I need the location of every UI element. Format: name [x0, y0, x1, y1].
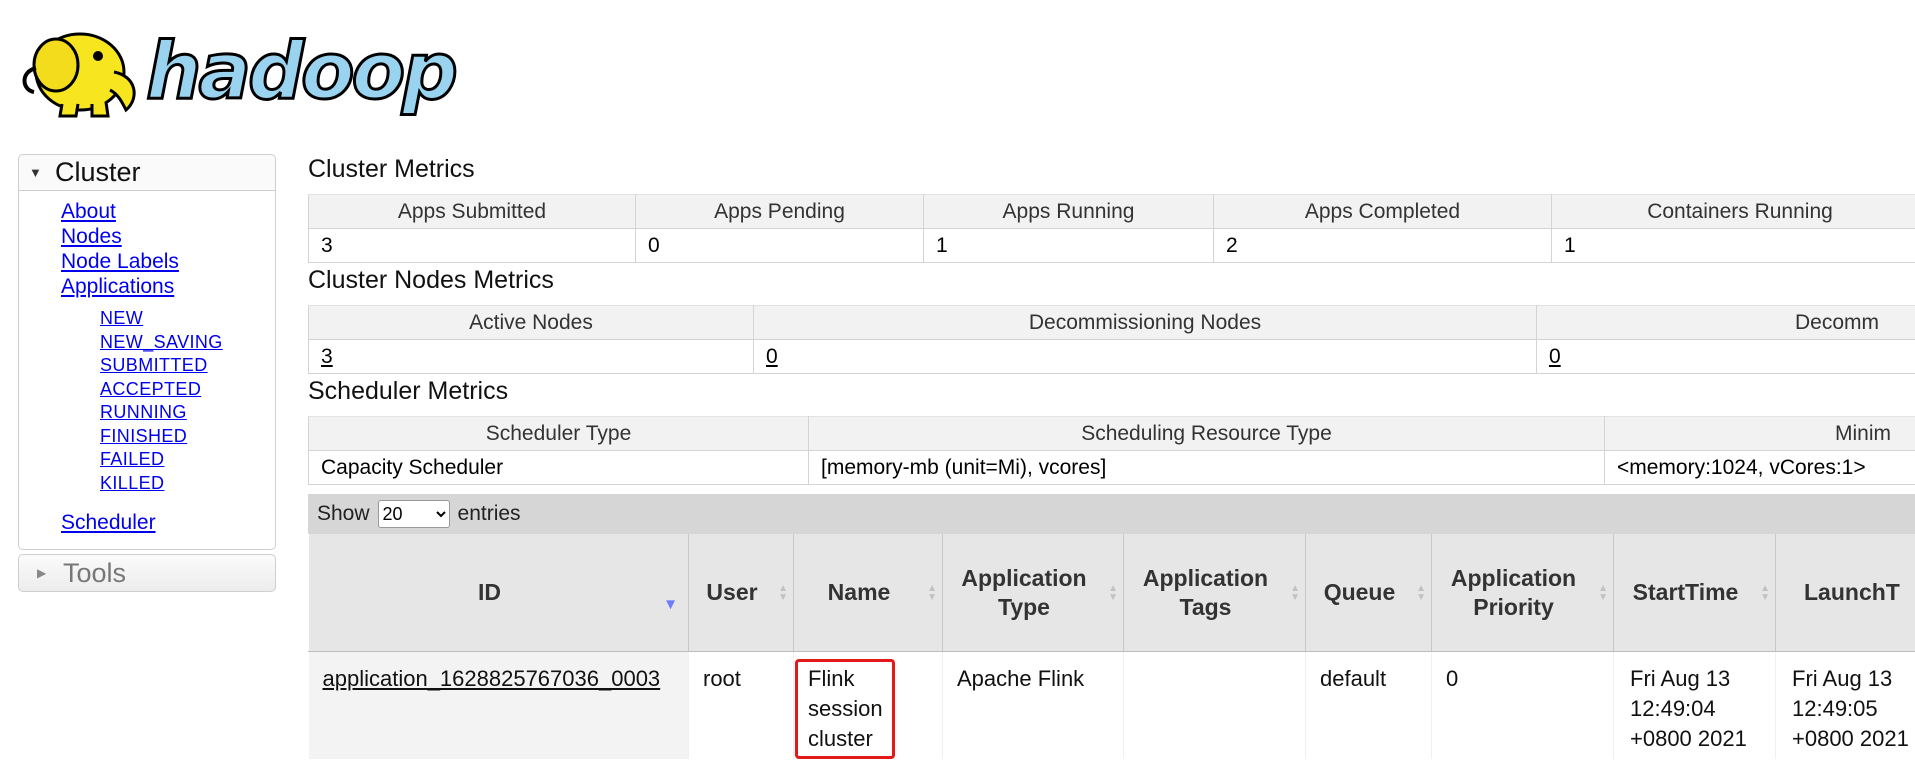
sidebar-link-node-labels[interactable]: Node Labels — [61, 250, 179, 273]
column-header-name[interactable]: Name ▲ ▼ — [793, 534, 943, 652]
sidebar-link-nodes[interactable]: Nodes — [61, 225, 122, 248]
entries-select[interactable]: 20 — [377, 500, 450, 528]
sidebar-state-submitted[interactable]: SUBMITTED — [100, 355, 208, 375]
nodes-metrics-title: Cluster Nodes Metrics — [308, 266, 554, 294]
metric-header: Scheduler Type — [308, 416, 809, 451]
sidebar-state-new-saving[interactable]: NEW_SAVING — [100, 332, 223, 352]
cell-name-highlighted: Flink session cluster — [795, 659, 895, 759]
metric-value-apps-submitted: 3 — [308, 228, 636, 263]
application-id-link[interactable]: application_1628825767036_0003 — [323, 666, 661, 691]
metric-header: Containers Running — [1551, 194, 1915, 229]
sidebar-cluster-header[interactable]: ▼ Cluster — [19, 155, 275, 191]
cluster-metrics-table: Apps Submitted Apps Pending Apps Running… — [308, 194, 1915, 263]
metric-value-apps-pending: 0 — [635, 228, 924, 263]
cell-user: root — [688, 651, 794, 759]
column-header-queue[interactable]: Queue ▲ ▼ — [1305, 534, 1432, 652]
sidebar-state-accepted[interactable]: ACCEPTED — [100, 379, 201, 399]
scheduling-resource-type-value: [memory-mb (unit=Mi), vcores] — [808, 450, 1605, 485]
column-header-user[interactable]: User ▲ ▼ — [688, 534, 794, 652]
sidebar-tools-header[interactable]: ▶ Tools — [18, 554, 276, 592]
metric-header: Minim — [1604, 416, 1915, 451]
metric-header: Decommissioning Nodes — [753, 305, 1537, 340]
sidebar-state-failed[interactable]: FAILED — [100, 449, 164, 469]
sort-icon: ▲ ▼ — [1290, 582, 1300, 603]
minimum-allocation-value: <memory:1024, vCores:1> — [1604, 450, 1915, 485]
metric-header: Active Nodes — [308, 305, 754, 340]
decommissioned-nodes-link[interactable]: 0 — [1549, 345, 1561, 368]
metric-header: Apps Submitted — [308, 194, 636, 229]
metric-value-containers-running: 1 — [1551, 228, 1915, 263]
metric-header: Apps Completed — [1213, 194, 1552, 229]
scheduler-metrics-title: Scheduler Metrics — [308, 377, 509, 405]
metric-header: Decomm — [1536, 305, 1915, 340]
metric-header: Apps Pending — [635, 194, 924, 229]
cell-launch-time: Fri Aug 13 12:49:05 +0800 2021 — [1775, 651, 1915, 759]
sidebar-state-new[interactable]: NEW — [100, 308, 143, 328]
cell-application-tags — [1123, 651, 1306, 759]
column-header-application-priority[interactable]: Application Priority ▲ ▼ — [1431, 534, 1614, 652]
sidebar-link-about[interactable]: About — [61, 200, 116, 223]
metric-value-apps-completed: 2 — [1213, 228, 1552, 263]
hadoop-wordmark: hadoop — [146, 27, 455, 117]
decommissioning-nodes-link[interactable]: 0 — [766, 345, 778, 368]
cell-application-type: Apache Flink — [942, 651, 1124, 759]
sidebar-cluster-panel: ▼ Cluster About Nodes Node Labels Applic… — [18, 154, 276, 550]
sort-icon: ▲ ▼ — [778, 582, 788, 603]
metric-header: Apps Running — [923, 194, 1214, 229]
cell-start-time: Fri Aug 13 12:49:04 +0800 2021 — [1613, 651, 1776, 759]
elephant-icon — [22, 32, 136, 118]
sort-desc-icon: ▼ — [663, 596, 678, 613]
sidebar-state-finished[interactable]: FINISHED — [100, 426, 187, 446]
sort-icon: ▲ ▼ — [1598, 582, 1608, 603]
triangle-right-icon: ▶ — [37, 566, 47, 580]
metric-header: Scheduling Resource Type — [808, 416, 1605, 451]
triangle-down-icon: ▼ — [29, 165, 42, 180]
column-header-application-tags[interactable]: Application Tags ▲ ▼ — [1123, 534, 1306, 652]
entries-bar: Show 20 entries — [308, 494, 1915, 534]
table-row: application_1628825767036_0003 root Flin… — [308, 651, 1915, 759]
sort-icon: ▲ ▼ — [927, 582, 937, 603]
sort-icon: ▲ ▼ — [1760, 582, 1770, 603]
cluster-metrics-title: Cluster Metrics — [308, 155, 475, 183]
entries-label: entries — [457, 502, 521, 525]
active-nodes-link[interactable]: 3 — [321, 345, 333, 368]
applications-table: ID ▼ User ▲ ▼ Name ▲ ▼ Application Type ▲ ▼ App… — [308, 534, 1915, 759]
scheduler-type-value: Capacity Scheduler — [308, 450, 809, 485]
column-header-start-time[interactable]: StartTime ▲ ▼ — [1613, 534, 1776, 652]
sort-icon: ▲ ▼ — [1416, 582, 1426, 603]
show-label: Show — [317, 502, 370, 525]
column-header-application-type[interactable]: Application Type ▲ ▼ — [942, 534, 1124, 652]
sidebar-link-scheduler[interactable]: Scheduler — [61, 511, 156, 534]
cell-priority: 0 — [1431, 651, 1614, 759]
nodes-metrics-table: Active Nodes Decommissioning Nodes Decom… — [308, 305, 1915, 374]
sidebar-state-killed[interactable]: KILLED — [100, 473, 164, 493]
sidebar-state-running[interactable]: RUNNING — [100, 402, 187, 422]
column-header-id[interactable]: ID ▼ — [308, 534, 689, 652]
column-header-launch-time[interactable]: LaunchT — [1775, 534, 1915, 652]
sort-icon: ▲ ▼ — [1108, 582, 1118, 603]
hadoop-logo: hadoop — [22, 26, 460, 119]
sidebar-cluster-title: Cluster — [55, 157, 141, 187]
metric-value-apps-running: 1 — [923, 228, 1214, 263]
sidebar-link-applications[interactable]: Applications — [61, 275, 174, 298]
sidebar-tools-title: Tools — [63, 557, 127, 588]
scheduler-metrics-table: Scheduler Type Scheduling Resource Type … — [308, 416, 1915, 485]
cell-queue: default — [1305, 651, 1432, 759]
